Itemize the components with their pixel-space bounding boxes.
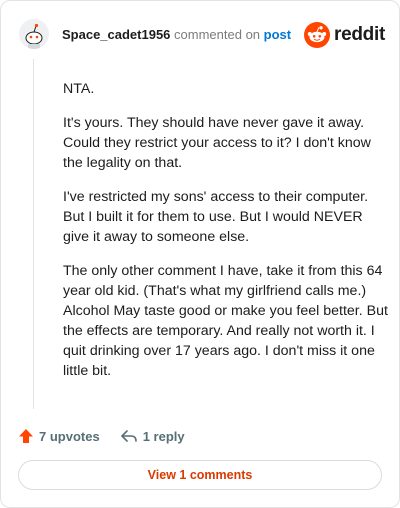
thread-line (33, 59, 34, 409)
comment-paragraph: It's yours. They should have never gave … (63, 115, 371, 171)
comment-paragraph: NTA. (63, 81, 95, 97)
comment-body: NTA. It's yours. They should have never … (63, 79, 388, 395)
upvote-count: 7 upvotes (39, 428, 100, 444)
reply-button[interactable]: 1 reply (120, 428, 185, 444)
reply-icon (120, 430, 137, 442)
reply-count: 1 reply (142, 428, 185, 444)
reddit-snoo-icon (304, 22, 331, 48)
upvote-arrow-icon (19, 429, 33, 443)
view-comments-button[interactable]: View 1 comments (18, 460, 382, 490)
reddit-wordmark: reddit (334, 24, 385, 45)
commented-on-text: commented on (174, 27, 261, 42)
post-link[interactable]: post (264, 27, 291, 42)
comment-paragraph: The only other comment I have, take it f… (63, 263, 388, 379)
username-link[interactable]: Space_cadet1956 (62, 27, 170, 42)
reddit-logo[interactable]: reddit (304, 22, 385, 48)
comment-meta: Space_cadet1956 commented on post (62, 27, 291, 42)
comment-card: Space_cadet1956 commented on post reddit… (0, 0, 400, 508)
comment-header: Space_cadet1956 commented on post reddit (19, 19, 385, 51)
user-avatar-icon[interactable] (19, 19, 49, 49)
comment-paragraph: I've restricted my sons' access to their… (63, 189, 369, 245)
comment-actions: 7 upvotes 1 reply (18, 426, 185, 446)
upvote-button[interactable]: 7 upvotes (18, 428, 100, 444)
